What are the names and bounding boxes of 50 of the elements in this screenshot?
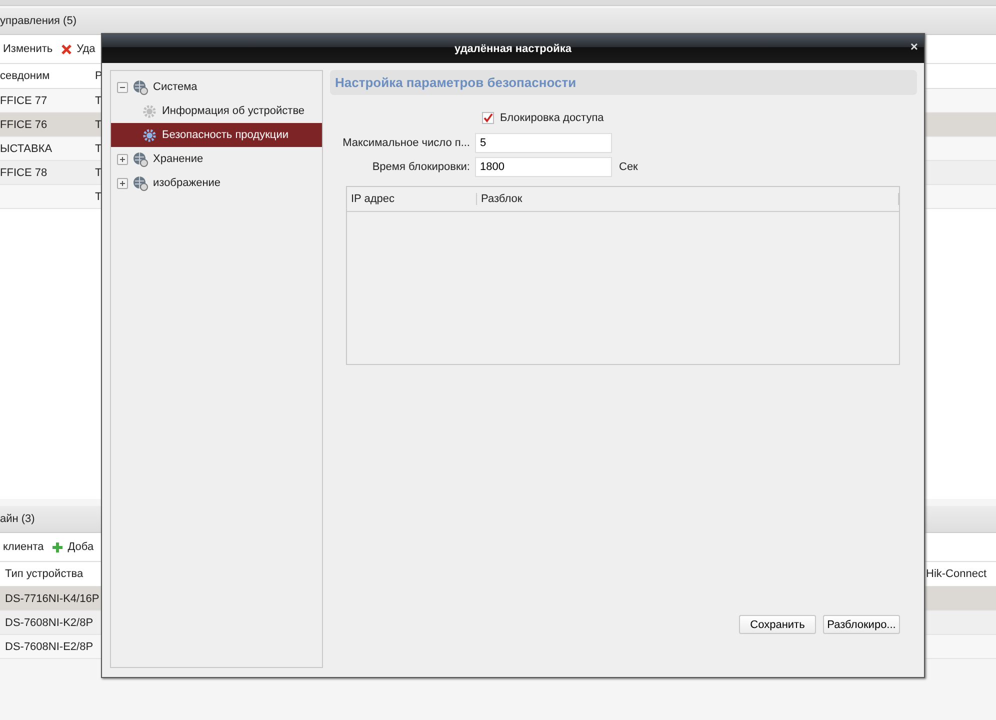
table-cell: DS-7716NI-K4/16P — [5, 592, 100, 604]
toolbar-button[interactable]: Уда — [60, 43, 96, 55]
tree-item[interactable]: Информация об устройстве — [111, 99, 322, 123]
dialog-button[interactable]: Сохранить — [739, 615, 816, 634]
table-cell: Т — [95, 190, 102, 202]
globe-gear-icon — [133, 152, 148, 166]
delete-icon — [60, 44, 72, 54]
table-cell: FFICE 78 — [0, 166, 48, 178]
column-header[interactable]: Разблок — [481, 193, 522, 205]
expand-icon[interactable] — [117, 178, 128, 188]
checkbox[interactable] — [482, 112, 494, 124]
add-icon — [52, 542, 63, 552]
input-field[interactable]: 5 — [475, 133, 612, 153]
tree-item[interactable]: изображение — [111, 171, 322, 195]
table-cell: Т — [95, 94, 102, 106]
gear-icon — [143, 104, 156, 118]
table-cell: Т — [95, 166, 102, 178]
checkbox-label: Блокировка доступа — [500, 112, 604, 124]
column-header[interactable]: Тип устройства — [5, 568, 84, 580]
globe-gear-icon — [133, 176, 148, 190]
column-header[interactable]: Hik-Connect — [926, 568, 987, 580]
tree-item[interactable]: Система — [111, 75, 322, 99]
panel-title: Настройка параметров безопасности — [330, 70, 917, 95]
table-cell: Т — [95, 142, 102, 154]
input-field[interactable]: 1800 — [475, 157, 612, 177]
field-label: Максимальное число п... — [342, 137, 471, 149]
gear-icon — [143, 128, 156, 142]
dialog-button[interactable]: Разблокиро... — [823, 615, 900, 634]
table-cell: FFICE 77 — [0, 94, 48, 106]
toolbar-button[interactable]: Доба — [52, 541, 94, 553]
close-button[interactable]: × — [910, 40, 918, 54]
section-title: управления (5) — [0, 15, 76, 27]
column-header[interactable]: IP адрес — [351, 193, 395, 205]
table-cell: DS-7608NI-E2/8P — [5, 640, 94, 652]
field-label: Время блокировки: — [371, 161, 471, 173]
tree-item[interactable]: Хранение — [111, 147, 322, 171]
dialog-title: удалённая настройка — [454, 42, 572, 54]
table-cell: FFICE 76 — [0, 118, 48, 130]
table-cell: Т — [95, 118, 102, 130]
expand-icon[interactable] — [117, 154, 128, 164]
column-header[interactable]: севдоним — [0, 70, 50, 82]
collapse-icon[interactable] — [117, 82, 128, 92]
section-title: айн (3) — [0, 513, 35, 525]
table-cell: ЫСТАВКА — [0, 142, 52, 154]
globe-gear-icon — [133, 80, 148, 94]
toolbar-button[interactable]: Изменить — [3, 43, 53, 55]
tree-item[interactable]: Безопасность продукции — [111, 123, 322, 147]
toolbar-button[interactable]: клиента — [3, 541, 44, 553]
unit-label: Сек — [619, 161, 638, 173]
table-cell: DS-7608NI-K2/8P — [5, 616, 94, 628]
